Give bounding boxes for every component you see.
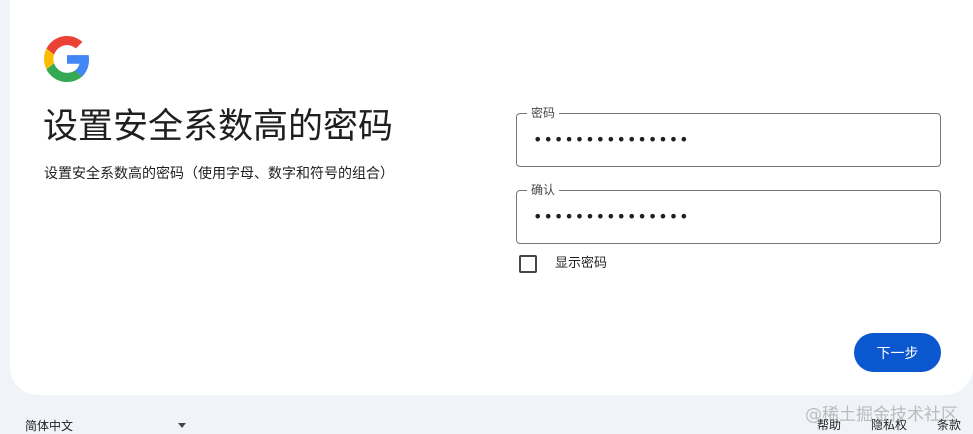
next-button[interactable]: 下一步 <box>854 333 941 372</box>
google-logo-icon <box>44 36 90 82</box>
confirm-password-field[interactable]: 确认 ••••••••••••••• <box>516 182 941 244</box>
password-input[interactable]: ••••••••••••••• <box>533 128 690 152</box>
confirm-password-input[interactable]: ••••••••••••••• <box>533 205 690 229</box>
watermark: @稀土掘金技术社区 <box>805 405 958 425</box>
language-select[interactable]: 简体中文 <box>25 416 187 434</box>
page-subtitle: 设置安全系数高的密码（使用字母、数字和符号的组合） <box>44 166 394 182</box>
show-password-checkbox[interactable] <box>519 255 537 273</box>
language-select-value: 简体中文 <box>25 418 74 433</box>
show-password-label: 显示密码 <box>555 256 608 271</box>
password-label: 密码 <box>527 105 560 121</box>
confirm-password-label: 确认 <box>527 182 560 198</box>
password-field[interactable]: 密码 ••••••••••••••• <box>516 105 941 167</box>
page-title: 设置安全系数高的密码 <box>43 107 394 147</box>
caret-down-icon <box>178 422 186 428</box>
show-password-toggle[interactable]: 显示密码 <box>519 255 607 273</box>
